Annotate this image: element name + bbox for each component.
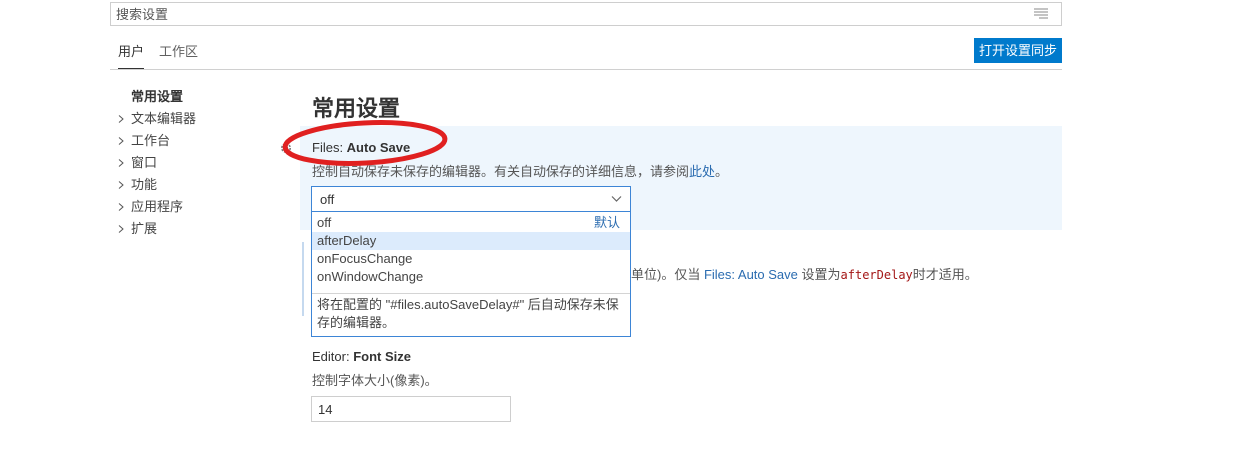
description-text: 单位)。仅当: [631, 267, 704, 282]
option-label: afterDelay: [317, 233, 377, 248]
auto-save-setting-link[interactable]: Files: Auto Save: [704, 267, 798, 282]
search-box[interactable]: [110, 2, 1062, 26]
setting-name: Font Size: [353, 349, 411, 364]
annotation-ellipse: [282, 120, 448, 166]
toc-item-window[interactable]: 窗口: [116, 152, 286, 174]
auto-save-delay-description: 单位)。仅当 Files: Auto Save 设置为afterDelay时才适…: [631, 264, 978, 283]
code-value: afterDelay: [840, 268, 913, 282]
chevron-down-icon: [611, 196, 622, 202]
toc-item-label: 应用程序: [131, 199, 184, 214]
toc-item-label: 常用设置: [131, 89, 184, 104]
toc-item-label: 工作台: [131, 133, 171, 148]
toc-item-label: 窗口: [131, 155, 158, 170]
option-label: onFocusChange: [317, 251, 413, 266]
description-text: 设置为: [797, 267, 841, 282]
select-value: off: [320, 192, 335, 207]
toc-item-label: 扩展: [131, 221, 158, 236]
setting-modified-indicator: [302, 242, 304, 316]
option-off[interactable]: off 默认: [312, 214, 630, 232]
option-after-delay[interactable]: afterDelay: [312, 232, 630, 250]
chevron-right-icon: [118, 225, 124, 233]
tab-user[interactable]: 用户: [118, 38, 145, 69]
setting-category: Editor:: [312, 349, 354, 364]
tab-workspace[interactable]: 工作区: [159, 38, 198, 69]
description-end: 。: [715, 164, 729, 179]
description-text: 时才适用。: [912, 267, 978, 282]
font-size-title: Editor: Font Size: [312, 349, 411, 364]
option-label: off: [317, 215, 332, 230]
dropdown-divider: [312, 293, 630, 294]
toc-item-label: 功能: [131, 177, 158, 192]
font-size-description: 控制字体大小(像素)。: [312, 373, 438, 388]
chevron-right-icon: [118, 159, 124, 167]
toc-item-label: 文本编辑器: [131, 111, 197, 126]
toc-item-common[interactable]: 常用设置: [116, 86, 286, 108]
toc-item-application[interactable]: 应用程序: [116, 196, 286, 218]
option-on-focus-change[interactable]: onFocusChange: [312, 250, 630, 268]
chevron-right-icon: [118, 115, 124, 123]
search-input[interactable]: [111, 3, 1011, 25]
settings-toc: 常用设置 文本编辑器 工作台 窗口 功能 应用程序 扩展: [116, 86, 286, 240]
chevron-right-icon: [118, 203, 124, 211]
option-label: onWindowChange: [317, 269, 424, 284]
auto-save-docs-link[interactable]: 此处: [689, 164, 715, 179]
settings-tabs: 用户 工作区 打开设置同步: [110, 38, 1062, 70]
toc-item-extensions[interactable]: 扩展: [116, 218, 286, 240]
default-tag: 默认: [593, 215, 620, 230]
toc-item-text-editor[interactable]: 文本编辑器: [116, 108, 286, 130]
option-description: 将在配置的 "#files.autoSaveDelay#" 后自动保存未保存的编…: [317, 297, 619, 330]
toc-item-workbench[interactable]: 工作台: [116, 130, 286, 152]
font-size-input[interactable]: [311, 396, 511, 422]
option-on-window-change[interactable]: onWindowChange: [312, 268, 630, 286]
auto-save-dropdown: off 默认 afterDelay onFocusChange onWindow…: [311, 212, 631, 337]
chevron-right-icon: [118, 137, 124, 145]
filter-icon[interactable]: [1033, 8, 1049, 20]
auto-save-select[interactable]: off: [311, 186, 631, 212]
toc-item-features[interactable]: 功能: [116, 174, 286, 196]
chevron-right-icon: [118, 181, 124, 189]
settings-sync-button[interactable]: 打开设置同步: [973, 38, 1062, 63]
